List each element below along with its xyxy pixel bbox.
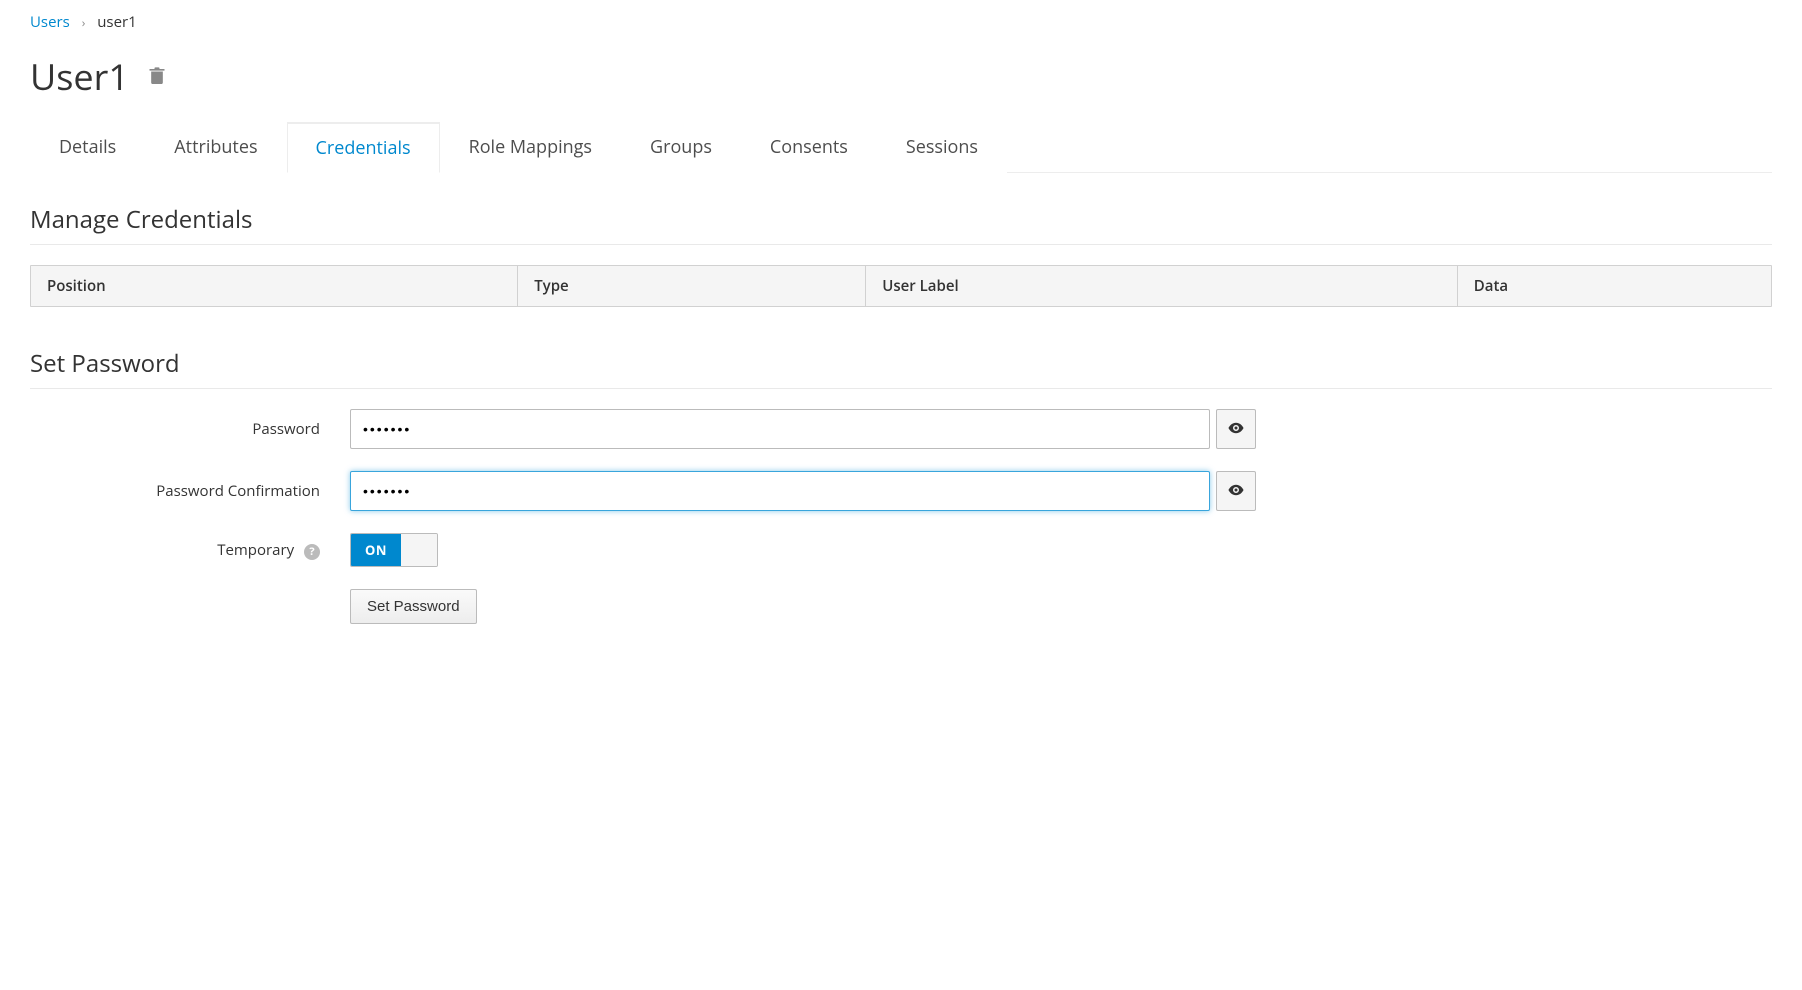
table-header-user-label: User Label xyxy=(866,266,1458,306)
help-icon[interactable]: ? xyxy=(304,544,320,560)
tab-attributes[interactable]: Attributes xyxy=(145,122,286,173)
tab-role-mappings[interactable]: Role Mappings xyxy=(440,122,621,173)
tab-details[interactable]: Details xyxy=(30,122,145,173)
password-label: Password xyxy=(30,419,350,439)
password-confirmation-label: Password Confirmation xyxy=(30,481,350,501)
password-confirmation-input[interactable] xyxy=(350,471,1210,511)
table-header-data: Data xyxy=(1458,266,1771,306)
table-header-type: Type xyxy=(518,266,866,306)
temporary-toggle[interactable]: ON xyxy=(350,533,438,567)
password-confirmation-visibility-toggle[interactable] xyxy=(1216,471,1256,511)
breadcrumb: Users › user1 xyxy=(30,0,1772,52)
credentials-table-header: Position Type User Label Data xyxy=(30,265,1772,307)
page-header: User1 xyxy=(30,52,1772,101)
tab-groups[interactable]: Groups xyxy=(621,122,741,173)
toggle-on-label: ON xyxy=(351,534,401,566)
temporary-label: Temporary ? xyxy=(30,540,350,560)
eye-icon xyxy=(1227,481,1245,502)
form-row-password-confirmation: Password Confirmation xyxy=(30,471,1772,511)
section-title-manage-credentials: Manage Credentials xyxy=(30,203,1772,245)
section-title-set-password: Set Password xyxy=(30,347,1772,389)
table-header-position: Position xyxy=(31,266,518,306)
form-row-password: Password xyxy=(30,409,1772,449)
password-visibility-toggle[interactable] xyxy=(1216,409,1256,449)
eye-icon xyxy=(1227,419,1245,440)
tab-consents[interactable]: Consents xyxy=(741,122,877,173)
form-row-temporary: Temporary ? ON xyxy=(30,533,1772,567)
trash-icon[interactable] xyxy=(147,63,167,90)
tabs: Details Attributes Credentials Role Mapp… xyxy=(30,121,1772,173)
tab-sessions[interactable]: Sessions xyxy=(877,122,1007,173)
breadcrumb-link-users[interactable]: Users xyxy=(30,12,70,32)
breadcrumb-current: user1 xyxy=(97,12,136,32)
password-input[interactable] xyxy=(350,409,1210,449)
toggle-off-handle xyxy=(401,534,437,566)
page-title: User1 xyxy=(30,52,129,101)
tab-credentials[interactable]: Credentials xyxy=(287,122,440,173)
breadcrumb-separator: › xyxy=(82,14,86,31)
set-password-button[interactable]: Set Password xyxy=(350,589,477,624)
